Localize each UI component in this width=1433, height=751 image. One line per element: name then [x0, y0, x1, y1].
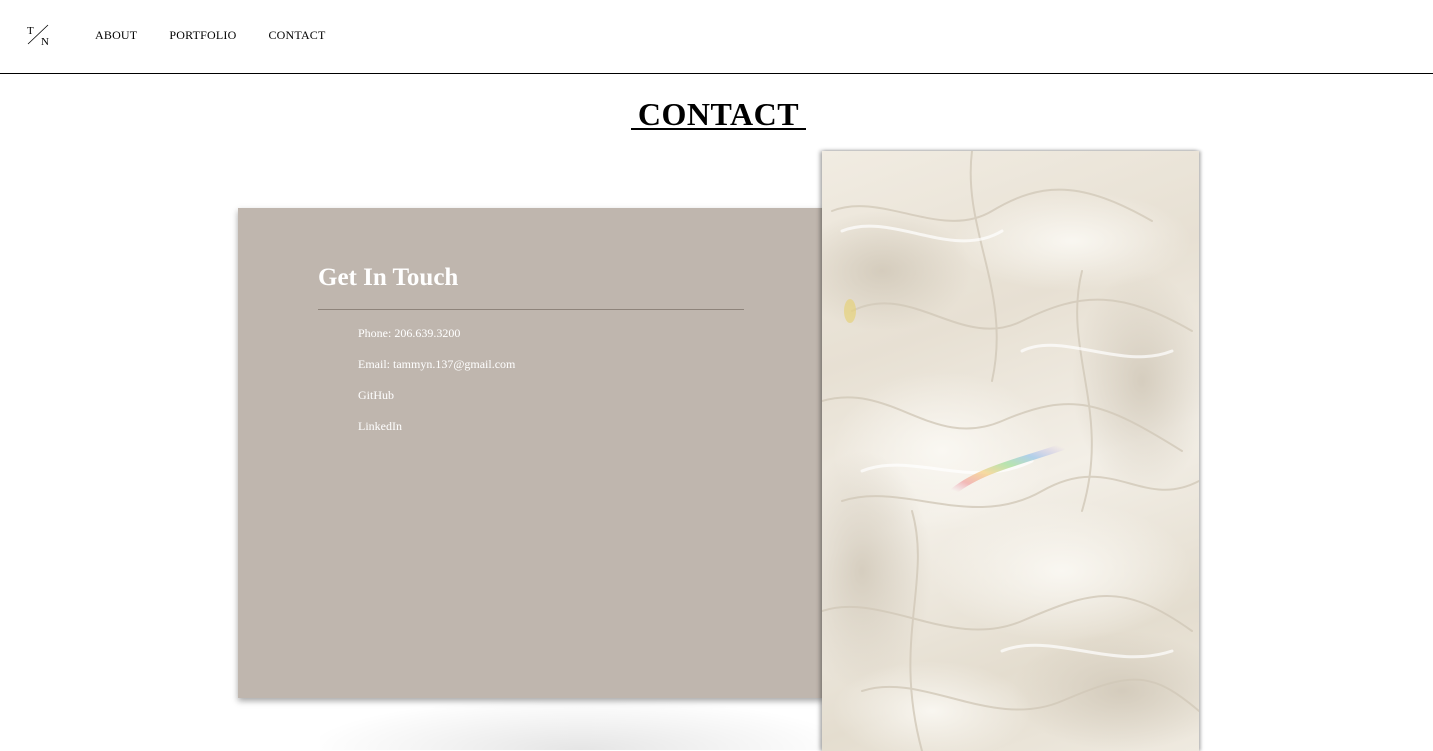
- contact-email-text: Email: tammyn.137@gmail.com: [358, 357, 516, 371]
- nav-contact-link[interactable]: CONTACT: [268, 28, 325, 43]
- svg-text:N: N: [41, 36, 49, 48]
- site-header: T N ABOUT PORTFOLIO CONTACT: [0, 0, 1433, 74]
- contact-github: GitHub: [358, 388, 515, 419]
- contact-phone: Phone: 206.639.3200: [358, 326, 515, 357]
- svg-text:T: T: [27, 25, 34, 37]
- contact-card: Get In Touch Phone: 206.639.3200 Email: …: [238, 208, 824, 698]
- main-nav: ABOUT PORTFOLIO CONTACT: [95, 28, 326, 43]
- contact-list: Phone: 206.639.3200 Email: tammyn.137@gm…: [358, 326, 515, 450]
- nav-about-link[interactable]: ABOUT: [95, 28, 137, 43]
- title-underline: [631, 128, 806, 130]
- logo-icon[interactable]: T N: [24, 22, 54, 48]
- contact-email: Email: tammyn.137@gmail.com: [358, 357, 515, 388]
- contact-linkedin: LinkedIn: [358, 419, 515, 450]
- contact-phone-text: Phone: 206.639.3200: [358, 326, 461, 340]
- card-heading: Get In Touch: [318, 264, 459, 291]
- fabric-photo-icon: [822, 151, 1199, 751]
- nav-portfolio-link[interactable]: PORTFOLIO: [169, 28, 236, 43]
- card-divider: [318, 309, 744, 310]
- card-shadow: [320, 700, 840, 750]
- github-link[interactable]: GitHub: [358, 388, 394, 402]
- fabric-photo: [822, 151, 1199, 751]
- linkedin-link[interactable]: LinkedIn: [358, 419, 402, 433]
